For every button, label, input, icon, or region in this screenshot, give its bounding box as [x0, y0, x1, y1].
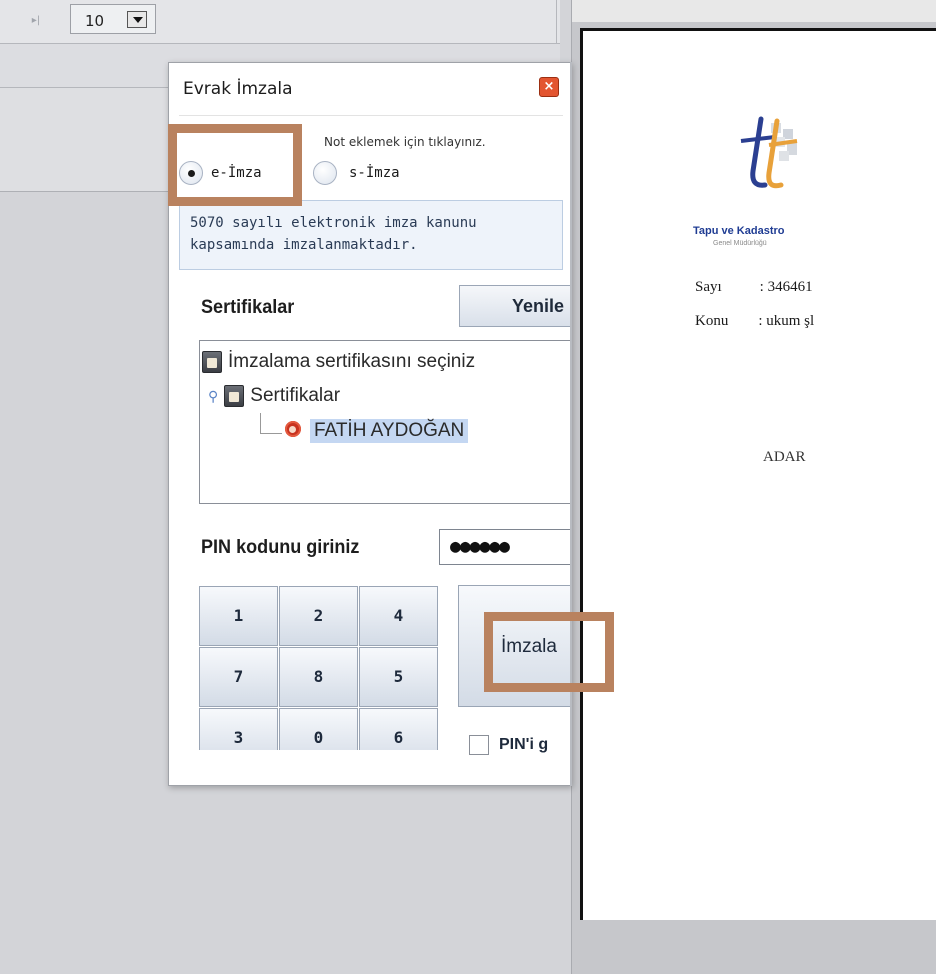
page-size-value: 10 — [85, 12, 105, 30]
toolbar-divider — [556, 0, 557, 44]
org-name: Tapu ve Kadastro — [693, 225, 785, 237]
tkgm-logo-icon — [740, 116, 798, 189]
sayi-line: Sayı : 346461 — [695, 279, 813, 296]
konu-line: Konu : ukum şl — [695, 313, 814, 330]
info-line-2: kapsamında imzalanmaktadır. — [190, 237, 418, 253]
pin-input[interactable]: ●●●●●● — [439, 529, 571, 565]
law-info-box: 5070 sayılı elektronik imza kanunu kapsa… — [179, 200, 563, 270]
tree-group[interactable]: ⚲ Sertifikalar — [208, 385, 340, 407]
close-icon[interactable]: × — [539, 77, 559, 97]
s-imza-label: s-İmza — [349, 165, 400, 181]
pin-label: PIN kodunu giriniz — [201, 537, 360, 558]
remember-pin-option[interactable]: PIN'i g — [469, 735, 548, 755]
certificate-store-icon — [202, 351, 222, 373]
tree-root-label: İmzalama sertifikasını seçiniz — [228, 351, 476, 372]
add-note-link[interactable]: Not eklemek için tıklayınız. — [324, 135, 486, 149]
certificate-owner[interactable]: FATİH AYDOĞAN — [310, 419, 469, 443]
s-imza-option[interactable]: s-İmza — [313, 161, 400, 185]
page-size-select[interactable]: 10 — [70, 4, 156, 34]
document-page: Tapu ve Kadastro Genel Müdürlüğü Sayı : 3… — [580, 28, 936, 920]
certificates-heading: Sertifikalar — [201, 297, 295, 318]
org-subtitle: Genel Müdürlüğü — [713, 240, 767, 247]
highlight-box-sign-button — [484, 612, 614, 692]
key-1[interactable]: 1 — [199, 586, 278, 646]
dialog-title: Evrak İmzala — [183, 79, 293, 99]
s-imza-radio[interactable] — [313, 161, 337, 185]
certificate-badge-icon — [284, 421, 302, 441]
highlight-box-e-imza — [168, 124, 302, 206]
key-5[interactable]: 5 — [359, 647, 438, 707]
pin-keypad: 1 2 4 7 8 5 3 0 6 — [199, 586, 439, 750]
sayi-value: : 346461 — [759, 279, 813, 295]
key-0[interactable]: 0 — [279, 708, 358, 750]
key-2[interactable]: 2 — [279, 586, 358, 646]
remember-pin-checkbox[interactable] — [469, 735, 489, 755]
document-viewer: Tapu ve Kadastro Genel Müdürlüğü Sayı : 3… — [572, 0, 936, 974]
certificate-folder-icon — [224, 385, 245, 407]
tree-root[interactable]: İmzalama sertifikasını seçiniz — [202, 351, 475, 373]
expand-handle-icon[interactable]: ⚲ — [208, 388, 218, 405]
key-7[interactable]: 7 — [199, 647, 278, 707]
certificate-tree: İmzalama sertifikasını seçiniz ⚲ Sertifi… — [199, 340, 571, 504]
tree-connector — [260, 433, 282, 434]
key-3[interactable]: 3 — [199, 708, 278, 750]
sayi-label: Sayı — [695, 279, 722, 295]
chevron-down-icon[interactable] — [127, 11, 147, 28]
tree-connector — [260, 413, 261, 433]
refresh-button[interactable]: Yenile — [459, 285, 571, 327]
konu-label: Konu — [695, 313, 729, 329]
pager-toolbar: ▸| 10 — [0, 0, 560, 44]
title-divider — [179, 115, 563, 116]
tree-group-label: Sertifikalar — [250, 385, 341, 406]
key-8[interactable]: 8 — [279, 647, 358, 707]
certificate-item[interactable]: FATİH AYDOĞAN — [284, 419, 469, 443]
last-page-icon[interactable]: ▸| — [26, 12, 46, 30]
konu-value: : ukum şl — [758, 313, 815, 329]
key-6[interactable]: 6 — [359, 708, 438, 750]
remember-pin-label: PIN'i g — [499, 736, 549, 753]
ruler — [572, 0, 936, 22]
key-4[interactable]: 4 — [359, 586, 438, 646]
text-fragment: ADAR — [763, 449, 806, 465]
info-line-1: 5070 sayılı elektronik imza kanunu — [190, 215, 477, 231]
